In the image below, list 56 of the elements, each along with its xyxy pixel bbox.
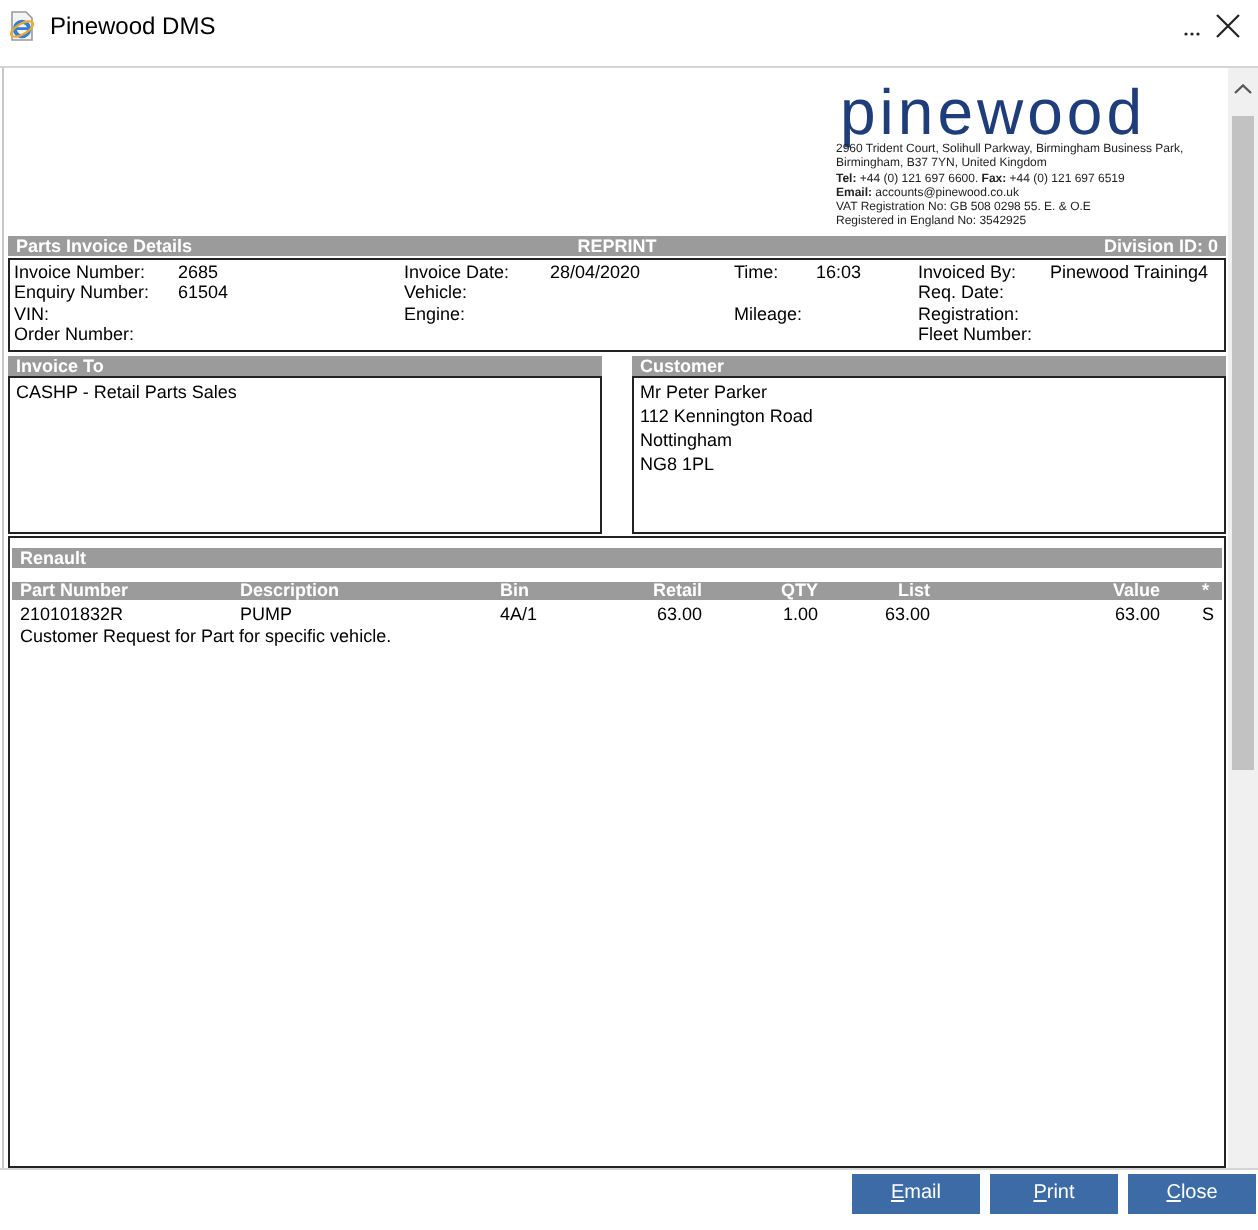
reprint-label: REPRINT — [577, 235, 657, 256]
field-label: Mileage: — [734, 303, 803, 325]
column-header: Retail — [652, 581, 702, 600]
field-value: 2685 — [178, 261, 219, 283]
table-cell: S — [1202, 603, 1215, 626]
customer-address-line: NG8 1PL — [640, 451, 717, 476]
field-label: Fleet Number: — [918, 324, 1033, 346]
field-label: Invoice Date: — [404, 261, 510, 283]
app-icon — [6, 10, 38, 42]
column-header: Part Number — [20, 581, 129, 600]
chevron-up-icon[interactable] — [1234, 84, 1252, 94]
table-cell: 63.00 — [1114, 603, 1160, 626]
dialog-button[interactable]: Email — [852, 1174, 980, 1214]
column-header: Description — [240, 581, 340, 600]
field-label: Time: — [734, 261, 779, 283]
table-cell: 63.00 — [656, 603, 702, 626]
column-header: Bin — [500, 581, 529, 600]
field-value: 16:03 — [816, 261, 862, 283]
customer-address-line: 112 Kennington Road — [640, 403, 815, 428]
part-note: Customer Request for Part for specific vehicle. — [18, 625, 394, 648]
column-header: QTY — [780, 581, 818, 600]
dialog-button[interactable]: Print — [990, 1174, 1118, 1214]
company-logo: pinewood — [840, 80, 1146, 144]
column-header: List — [897, 581, 930, 600]
section-title: Parts Invoice Details — [16, 235, 195, 256]
window-title: Pinewood DMS — [50, 10, 216, 42]
dialog-button[interactable]: Close — [1128, 1174, 1256, 1214]
close-icon[interactable] — [1216, 14, 1240, 38]
field-label: Engine: — [404, 303, 466, 325]
column-header: * — [1202, 581, 1210, 600]
field-label: Enquiry Number: — [14, 282, 150, 304]
table-cell: 63.00 — [884, 603, 930, 626]
table-cell: 4A/1 — [500, 603, 538, 626]
field-label: Invoiced By: — [918, 261, 1017, 283]
field-label: Registration: — [918, 303, 1020, 325]
field-value: 61504 — [178, 282, 229, 304]
field-label: Order Number: — [14, 324, 135, 346]
table-cell: 1.00 — [782, 603, 818, 626]
table-cell: PUMP — [240, 603, 293, 626]
section-header: Invoice To — [8, 355, 602, 376]
customer-address-line: Mr Peter Parker — [640, 379, 770, 404]
customer-address-line: Nottingham — [640, 427, 735, 452]
scrollbar-track[interactable] — [1228, 68, 1258, 1168]
division-label: Division ID: 0 — [1101, 235, 1218, 256]
field-label: Req. Date: — [918, 282, 1005, 304]
field-value: Pinewood Training4 — [1050, 261, 1209, 283]
column-header: Value — [1112, 581, 1160, 600]
make-header: Renault — [12, 547, 1222, 568]
field-label: Invoice Number: — [14, 261, 146, 283]
invoice-to-line: CASHP - Retail Parts Sales — [16, 379, 239, 404]
section-header: Customer — [632, 355, 1226, 376]
field-label: VIN: — [14, 303, 50, 325]
field-value: 28/04/2020 — [550, 261, 641, 283]
scrollbar-thumb[interactable] — [1232, 116, 1254, 770]
field-label: Vehicle: — [404, 282, 468, 304]
table-cell: 210101832R — [20, 603, 124, 626]
